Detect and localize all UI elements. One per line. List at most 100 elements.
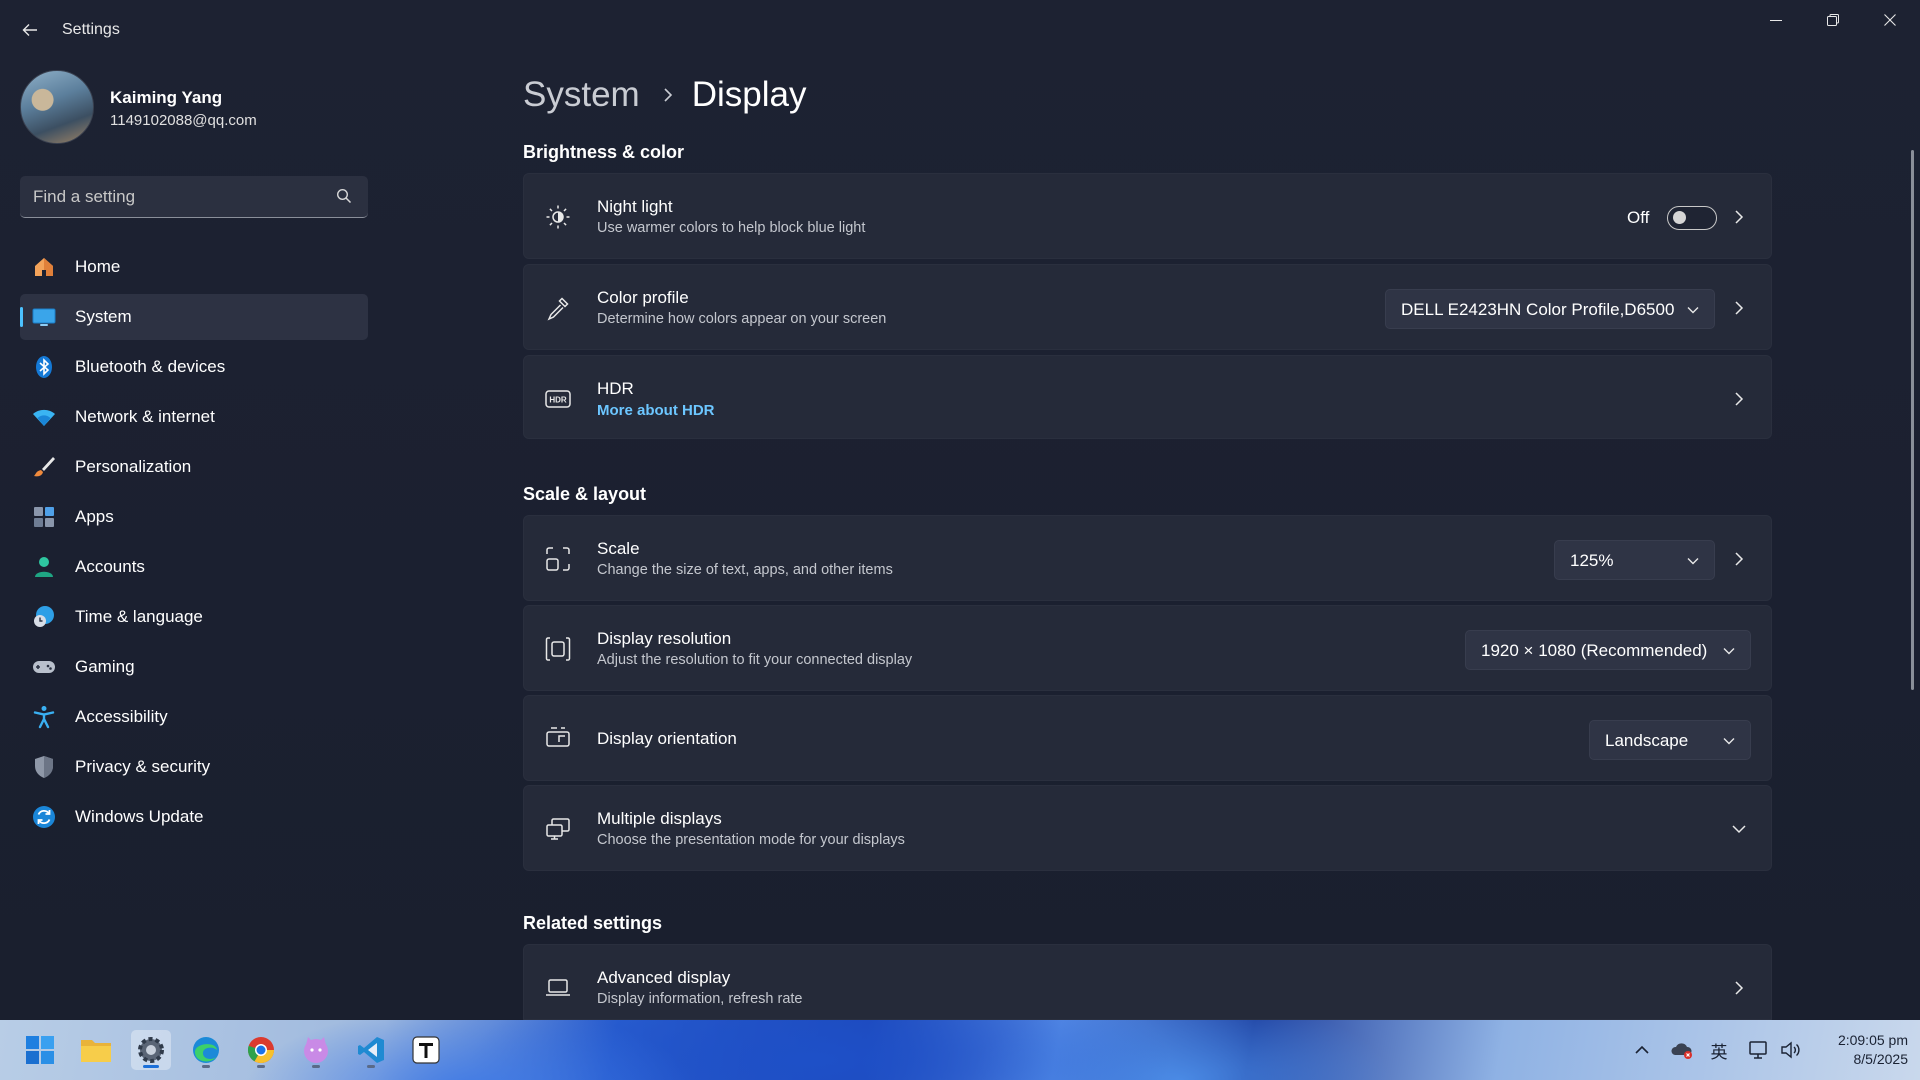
bluetooth-icon <box>32 355 56 379</box>
card-title: HDR <box>597 379 634 398</box>
edge-icon <box>193 1037 219 1063</box>
chevron-right-icon[interactable] <box>1729 549 1749 569</box>
shield-icon <box>32 755 56 779</box>
card-title: Scale <box>597 539 640 558</box>
ime-indicator[interactable]: 英 <box>1707 1038 1731 1062</box>
sidebar-item-windows-update[interactable]: Windows Update <box>20 794 368 840</box>
sidebar-item-home[interactable]: Home <box>20 244 368 290</box>
back-arrow-icon <box>22 24 37 36</box>
clock-date: 8/5/2025 <box>1853 1051 1909 1067</box>
close-icon <box>1884 14 1896 26</box>
sidebar-item-label: Bluetooth & devices <box>75 357 226 376</box>
start-button[interactable] <box>20 1030 60 1070</box>
onedrive-tray[interactable] <box>1670 1038 1694 1062</box>
sidebar-item-label: Windows Update <box>75 807 204 826</box>
section-title-brightness: Brightness & color <box>523 142 685 162</box>
orientation-icon <box>544 725 572 753</box>
orientation-dropdown[interactable]: Landscape <box>1589 720 1751 760</box>
page-title: Display <box>691 75 807 114</box>
cloud-error-icon <box>1671 1043 1692 1059</box>
restore-icon <box>1827 14 1839 26</box>
night-light-toggle[interactable] <box>1667 206 1717 230</box>
night-light-card[interactable]: Night light Use warmer colors to help bl… <box>523 173 1772 259</box>
taskbar-chrome[interactable] <box>241 1030 281 1070</box>
clock-time: 2:09:05 pm <box>1837 1032 1908 1048</box>
dropdown-value: 125% <box>1570 551 1614 570</box>
speaker-icon <box>1781 1041 1800 1059</box>
sidebar-item-system[interactable]: System <box>20 294 368 340</box>
sidebar-nav: Home System Bluetooth & devices Network … <box>20 244 368 844</box>
taskbar-clock[interactable]: 2:09:05 pm 8/5/2025 <box>1808 1031 1908 1069</box>
sidebar-item-accounts[interactable]: Accounts <box>20 544 368 590</box>
sidebar-item-accessibility[interactable]: Accessibility <box>20 694 368 740</box>
close-button[interactable] <box>1862 0 1918 40</box>
taskbar-typora[interactable] <box>406 1030 446 1070</box>
sidebar-item-apps[interactable]: Apps <box>20 494 368 540</box>
sidebar-item-network[interactable]: Network & internet <box>20 394 368 440</box>
card-subtitle: Choose the presentation mode for your di… <box>597 832 905 848</box>
sidebar-item-label: Privacy & security <box>75 757 211 776</box>
toggle-knob <box>1673 211 1686 224</box>
multiple-displays-card[interactable]: Multiple displays Choose the presentatio… <box>523 785 1772 871</box>
running-indicator <box>257 1065 265 1068</box>
sidebar-item-privacy[interactable]: Privacy & security <box>20 744 368 790</box>
search-input[interactable] <box>33 187 313 207</box>
restore-button[interactable] <box>1805 0 1861 40</box>
section-title-scale-layout: Scale & layout <box>523 484 647 504</box>
sidebar-item-label: Accounts <box>75 557 145 576</box>
sidebar-item-gaming[interactable]: Gaming <box>20 644 368 690</box>
accessibility-icon <box>32 705 56 729</box>
chevron-right-icon[interactable] <box>1729 389 1749 409</box>
chevron-right-icon[interactable] <box>1729 298 1749 318</box>
scale-card[interactable]: Scale Change the size of text, apps, and… <box>523 515 1772 601</box>
sidebar-item-time-language[interactable]: Time & language <box>20 594 368 640</box>
sidebar-item-label: Network & internet <box>75 407 215 426</box>
card-title: Night light <box>597 197 673 216</box>
chevron-right-icon[interactable] <box>1729 207 1749 227</box>
breadcrumb-parent[interactable]: System <box>523 75 640 115</box>
hdr-card[interactable]: HDR HDR More about HDR <box>523 355 1772 439</box>
color-profile-card[interactable]: Color profile Determine how colors appea… <box>523 264 1772 350</box>
avatar <box>20 70 94 144</box>
display-orientation-card: Display orientation Landscape <box>523 695 1772 781</box>
search-box[interactable] <box>20 176 368 218</box>
taskbar-cat-app[interactable] <box>296 1030 336 1070</box>
section-title-related: Related settings <box>523 913 663 933</box>
sidebar-item-label: Time & language <box>75 607 203 626</box>
sidebar-item-label: System <box>75 307 132 326</box>
advanced-display-card[interactable]: Advanced display Display information, re… <box>523 944 1772 1020</box>
resolution-icon <box>544 635 572 663</box>
sidebar-item-label: Gaming <box>75 657 135 676</box>
taskbar-file-explorer[interactable] <box>76 1030 116 1070</box>
taskbar-settings[interactable] <box>131 1030 171 1070</box>
user-profile[interactable]: Kaiming Yang 1149102088@qq.com <box>20 70 350 146</box>
scale-dropdown[interactable]: 125% <box>1554 540 1715 580</box>
system-icon <box>32 305 56 329</box>
color-profile-dropdown[interactable]: DELL E2423HN Color Profile,D6500 <box>1385 289 1715 329</box>
back-button[interactable] <box>16 16 44 44</box>
chevron-right-icon[interactable] <box>1729 978 1749 998</box>
search-icon[interactable] <box>336 188 354 206</box>
taskbar-vscode[interactable] <box>351 1030 391 1070</box>
show-hidden-icons-button[interactable] <box>1630 1038 1654 1062</box>
chevron-down-icon[interactable] <box>1729 819 1749 839</box>
resolution-dropdown[interactable]: 1920 × 1080 (Recommended) <box>1465 630 1751 670</box>
chevron-up-icon <box>1635 1045 1649 1054</box>
more-about-hdr-link[interactable]: More about HDR <box>597 402 715 419</box>
dropdown-value: Landscape <box>1605 731 1689 750</box>
brush-icon <box>32 455 56 479</box>
folder-icon <box>81 1040 111 1062</box>
taskbar-edge[interactable] <box>186 1030 226 1070</box>
brightness-icon <box>544 203 572 231</box>
minimize-button[interactable] <box>1748 0 1804 40</box>
card-subtitle: Change the size of text, apps, and other… <box>597 562 893 578</box>
volume-tray[interactable] <box>1779 1038 1803 1062</box>
taskbar: 英 2:09:05 pm 8/5/2025 <box>0 1020 1920 1080</box>
scrollbar[interactable] <box>1911 150 1914 690</box>
network-tray[interactable] <box>1747 1038 1771 1062</box>
sidebar-item-personalization[interactable]: Personalization <box>20 444 368 490</box>
sidebar-item-label: Home <box>75 257 121 276</box>
card-subtitle: Determine how colors appear on your scre… <box>597 311 887 327</box>
display-resolution-card: Display resolution Adjust the resolution… <box>523 605 1772 691</box>
sidebar-item-bluetooth[interactable]: Bluetooth & devices <box>20 344 368 390</box>
